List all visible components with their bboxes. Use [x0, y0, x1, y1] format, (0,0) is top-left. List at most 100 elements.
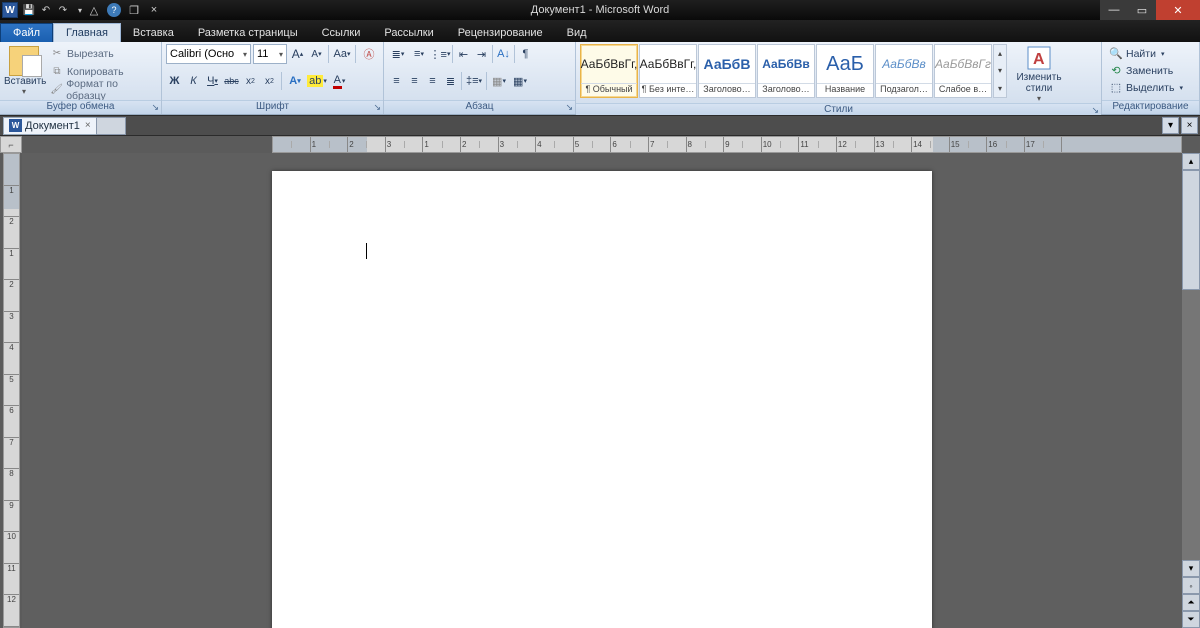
highlight-button[interactable]: ab▾: [307, 71, 327, 91]
qat-save-icon[interactable]: 💾: [22, 3, 36, 17]
text-effects-button[interactable]: A▾: [285, 71, 305, 91]
help-icon[interactable]: ?: [107, 3, 121, 17]
borders-button[interactable]: ▦▾: [510, 71, 530, 91]
strikethrough-button[interactable]: abc: [223, 71, 240, 91]
text-cursor: [366, 243, 367, 259]
vertical-scrollbar[interactable]: ▴ ▾ ◦ ⏶ ⏷: [1182, 153, 1200, 628]
prev-page-button[interactable]: ⏶: [1182, 594, 1200, 611]
replace-button[interactable]: ⟲Заменить: [1106, 62, 1186, 79]
gallery-up-icon[interactable]: ▴: [994, 45, 1006, 62]
window-restore2-icon[interactable]: ❐: [127, 3, 141, 17]
doctab-close-button[interactable]: ×: [1181, 117, 1198, 134]
cut-button[interactable]: ✂Вырезать: [48, 45, 157, 62]
select-button[interactable]: ⬚Выделить▾: [1106, 79, 1186, 96]
clear-formatting-button[interactable]: Ⓐ: [359, 44, 379, 64]
doctab-menu-button[interactable]: ▾: [1162, 117, 1179, 134]
tab-mailings[interactable]: Рассылки: [372, 24, 445, 42]
style-heading1[interactable]: АаБбВЗаголово…: [698, 44, 756, 98]
vertical-ruler[interactable]: 12123456789101112: [3, 153, 20, 628]
word-app-icon[interactable]: W: [2, 2, 18, 18]
document-tab-close-icon[interactable]: ×: [85, 120, 91, 131]
editing-group-label: Редактирование: [1102, 100, 1199, 114]
tab-references[interactable]: Ссылки: [310, 24, 373, 42]
shrink-font-button[interactable]: A▾: [308, 44, 325, 64]
change-case-button[interactable]: Aa▾: [332, 44, 352, 64]
bullets-button[interactable]: ≣▾: [388, 44, 408, 64]
font-launcher-icon[interactable]: ↘: [373, 102, 381, 113]
bold-button[interactable]: Ж: [166, 71, 183, 91]
brush-icon: 🖌: [50, 83, 63, 97]
tab-insert[interactable]: Вставка: [121, 24, 186, 42]
qat-customize-icon[interactable]: ▾: [73, 3, 87, 17]
window-maximize-button[interactable]: ▭: [1128, 0, 1156, 20]
horizontal-ruler[interactable]: 1231234567891011121314151617: [272, 136, 1182, 153]
align-left-button[interactable]: ≡: [388, 71, 405, 91]
gallery-expand-icon[interactable]: ▾: [994, 80, 1006, 97]
ruler-toggle-button[interactable]: ⌐: [0, 136, 22, 153]
italic-button[interactable]: К: [185, 71, 202, 91]
font-name-combo[interactable]: Calibri (Осно▾: [166, 44, 251, 64]
clipboard-group-label: Буфер обмена↘: [0, 100, 161, 114]
align-right-button[interactable]: ≡: [424, 71, 441, 91]
sort-button[interactable]: A↓: [495, 44, 512, 64]
multilevel-list-button[interactable]: ⋮≡▾: [430, 44, 450, 64]
scroll-thumb[interactable]: [1182, 170, 1200, 290]
scissors-icon: ✂: [50, 47, 64, 61]
font-size-combo[interactable]: 11▾: [253, 44, 287, 64]
justify-button[interactable]: ≣: [442, 71, 459, 91]
line-spacing-icon: ‡≡: [466, 75, 479, 87]
qat-undo-icon[interactable]: ↶: [39, 3, 53, 17]
browse-object-button[interactable]: ◦: [1182, 577, 1200, 594]
tab-view[interactable]: Вид: [555, 24, 599, 42]
document-tab[interactable]: W Документ1 ×: [3, 117, 97, 135]
superscript-button[interactable]: x2: [261, 71, 278, 91]
line-spacing-button[interactable]: ‡≡▾: [464, 71, 484, 91]
styles-gallery-more[interactable]: ▴▾▾: [993, 44, 1007, 98]
gallery-down-icon[interactable]: ▾: [994, 62, 1006, 79]
style-heading2[interactable]: АаБбВвЗаголово…: [757, 44, 815, 98]
window-minimize-button[interactable]: —: [1100, 0, 1128, 20]
style-no-spacing[interactable]: АаБбВвГг,¶ Без инте…: [639, 44, 697, 98]
subscript-button[interactable]: x2: [242, 71, 259, 91]
eraser-icon: Ⓐ: [364, 46, 375, 62]
document-page[interactable]: [272, 171, 932, 628]
doc-word-icon: W: [9, 119, 22, 132]
paste-button[interactable]: Вставить ▾: [4, 44, 44, 96]
minimize-ribbon-icon[interactable]: △: [87, 3, 101, 17]
next-page-button[interactable]: ⏷: [1182, 611, 1200, 628]
document-tab-new[interactable]: [96, 117, 126, 135]
window-close2-icon[interactable]: ×: [147, 3, 161, 17]
align-center-button[interactable]: ≡: [406, 71, 423, 91]
change-styles-button[interactable]: A Изменить стили ▾: [1014, 44, 1064, 103]
qat-redo-icon[interactable]: ↷: [56, 3, 70, 17]
align-center-icon: ≡: [411, 75, 417, 87]
clipboard-launcher-icon[interactable]: ↘: [151, 102, 159, 113]
paragraph-launcher-icon[interactable]: ↘: [565, 102, 573, 113]
tab-file[interactable]: Файл: [0, 23, 53, 42]
grow-font-button[interactable]: A▴: [289, 44, 306, 64]
styles-launcher-icon[interactable]: ↘: [1091, 105, 1099, 116]
format-painter-button[interactable]: 🖌Формат по образцу: [48, 81, 157, 98]
style-title[interactable]: АаБНазвание: [816, 44, 874, 98]
window-close-button[interactable]: ✕: [1156, 0, 1200, 20]
numbering-button[interactable]: ≡▾: [409, 44, 429, 64]
document-canvas[interactable]: [22, 153, 1182, 628]
tab-review[interactable]: Рецензирование: [446, 24, 555, 42]
borders-icon: ▦: [513, 75, 523, 88]
font-color-button[interactable]: A▾: [329, 71, 349, 91]
scroll-down-button[interactable]: ▾: [1182, 560, 1200, 577]
tab-page-layout[interactable]: Разметка страницы: [186, 24, 310, 42]
underline-button[interactable]: Ч▾: [204, 71, 221, 91]
scroll-up-button[interactable]: ▴: [1182, 153, 1200, 170]
show-marks-button[interactable]: ¶: [517, 44, 534, 64]
style-subtle-emphasis[interactable]: АаБбВвГгСлабое в…: [934, 44, 992, 98]
style-subtitle[interactable]: АаБбВвПодзагол…: [875, 44, 933, 98]
styles-gallery[interactable]: АаБбВвГг,¶ Обычный АаБбВвГг,¶ Без инте… …: [580, 44, 1007, 98]
find-button[interactable]: 🔍Найти▾: [1106, 45, 1186, 62]
shading-button[interactable]: ▦▾: [489, 71, 509, 91]
multilevel-icon: ⋮≡: [430, 48, 447, 61]
tab-home[interactable]: Главная: [53, 23, 121, 42]
style-normal[interactable]: АаБбВвГг,¶ Обычный: [580, 44, 638, 98]
decrease-indent-button[interactable]: ⇤: [455, 44, 472, 64]
increase-indent-button[interactable]: ⇥: [473, 44, 490, 64]
